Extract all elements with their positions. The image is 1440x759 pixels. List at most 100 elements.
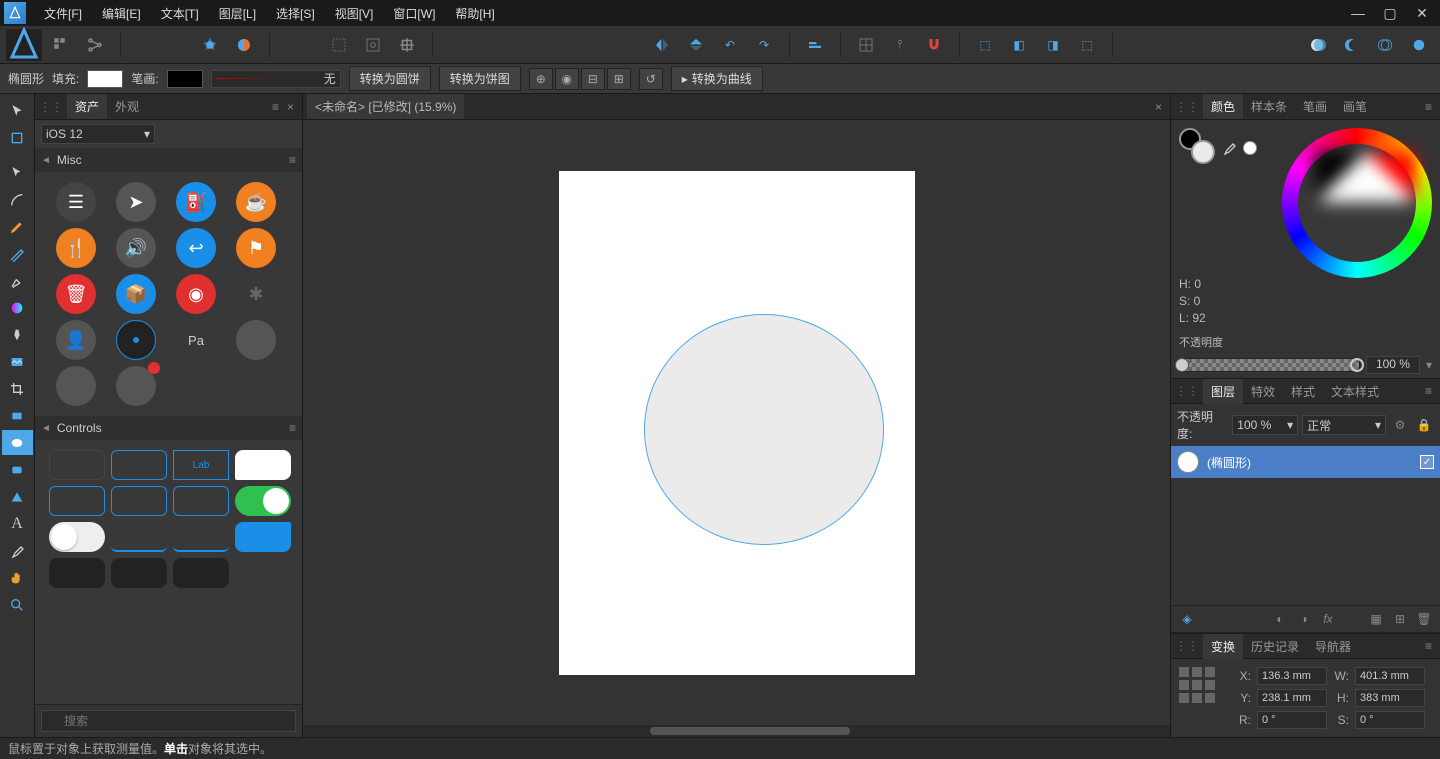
add-pixel-layer-icon[interactable]: ▦ (1366, 610, 1386, 628)
color-wheel[interactable] (1282, 128, 1432, 278)
x-input[interactable]: 136.3 mm (1257, 667, 1327, 685)
transform-panel-grip[interactable]: ⋮⋮ (1175, 639, 1199, 653)
magnet-button[interactable] (919, 30, 949, 60)
menu-file[interactable]: 文件[F] (34, 1, 92, 26)
asset-arrow-icon[interactable]: ➤ (116, 182, 156, 222)
eyedropper-icon[interactable] (1221, 140, 1237, 156)
transform-mode-button[interactable]: ⊞ (607, 68, 631, 90)
layer-group-icon[interactable]: ◈ (1177, 610, 1197, 628)
brush-tool[interactable] (2, 268, 33, 293)
hide-selection-button[interactable]: ⊟ (581, 68, 605, 90)
hand-tool[interactable] (2, 565, 33, 590)
s-input[interactable]: 0 ° (1355, 711, 1425, 729)
control-field-dark[interactable] (49, 450, 105, 480)
control-line-2[interactable] (173, 522, 229, 552)
clip-canvas-button[interactable] (392, 30, 422, 60)
opacity-slider[interactable] (1179, 358, 1360, 372)
tab-history[interactable]: 历史记录 (1243, 634, 1307, 659)
document-close-button[interactable]: × (1151, 100, 1166, 114)
tab-assets[interactable]: 资产 (67, 94, 107, 119)
y-input[interactable]: 238.1 mm (1257, 689, 1327, 707)
persona-export[interactable] (80, 30, 110, 60)
persona-designer[interactable] (6, 29, 42, 61)
asset-applepay-icon[interactable]: Pa (176, 320, 216, 360)
ellipse-shape[interactable] (644, 314, 884, 545)
artboard[interactable] (559, 171, 915, 675)
tab-transform[interactable]: 变换 (1203, 634, 1243, 659)
artboard-tool[interactable] (2, 125, 33, 150)
opacity-dropdown-icon[interactable]: ▾ (1426, 358, 1432, 372)
asset-reply-icon[interactable]: ↩ (176, 228, 216, 268)
asset-coffee-icon[interactable]: ☕ (236, 182, 276, 222)
align-button[interactable] (800, 30, 830, 60)
tab-navigator[interactable]: 导航器 (1307, 634, 1359, 659)
asset-pack-select[interactable]: iOS 12▾ (41, 124, 155, 144)
convert-to-donut-button[interactable]: 转换为圆饼 (349, 66, 431, 91)
menu-help[interactable]: 帮助[H] (445, 1, 504, 26)
flip-horizontal-button[interactable] (647, 30, 677, 60)
triangle-tool[interactable] (2, 484, 33, 509)
color-panel-grip[interactable]: ⋮⋮ (1175, 100, 1199, 114)
transparency-tool[interactable] (2, 322, 33, 347)
add-layer-icon[interactable]: ⊞ (1390, 610, 1410, 628)
snap-pixel-button[interactable] (324, 30, 354, 60)
color-picker-tool[interactable] (2, 538, 33, 563)
fill-swatch[interactable] (87, 70, 123, 88)
menu-text[interactable]: 文本[T] (151, 1, 209, 26)
convert-to-pie-button[interactable]: 转换为饼图 (439, 66, 521, 91)
tab-text-styles[interactable]: 文本样式 (1323, 379, 1387, 404)
asset-avatar-icon[interactable]: 👤 (56, 320, 96, 360)
intersect-op-button[interactable] (1370, 30, 1400, 60)
document-tab[interactable]: <未命名> [已修改] (15.9%) (307, 94, 464, 119)
asset-radio-icon[interactable] (116, 320, 156, 360)
horizontal-scrollbar[interactable] (303, 725, 1170, 737)
crop-tool[interactable] (2, 376, 33, 401)
control-dark-1[interactable] (49, 558, 105, 588)
flip-vertical-button[interactable] (681, 30, 711, 60)
control-line-1[interactable] (111, 522, 167, 552)
asset-list-icon[interactable]: ☰ (56, 182, 96, 222)
asset-search-input[interactable] (41, 710, 296, 732)
show-rotation-button[interactable]: ◉ (555, 68, 579, 90)
canvas-viewport[interactable] (303, 120, 1170, 725)
asset-fuel-icon[interactable]: ⛽ (176, 182, 216, 222)
asset-iphone8-icon[interactable] (56, 366, 96, 406)
tab-appearance[interactable]: 外观 (107, 94, 147, 119)
view-mode-button[interactable] (358, 30, 388, 60)
control-field-outline[interactable] (111, 450, 167, 480)
control-chat-bubble[interactable] (235, 450, 291, 480)
lock-icon[interactable]: 🔒 (1414, 416, 1434, 434)
rounded-rect-tool[interactable] (2, 457, 33, 482)
revert-defaults-button[interactable] (229, 30, 259, 60)
layers-panel-grip[interactable]: ⋮⋮ (1175, 384, 1199, 398)
fx-layer-icon[interactable]: fx (1318, 610, 1338, 628)
maximize-button[interactable]: ▢ (1376, 3, 1404, 23)
control-field-2[interactable] (49, 486, 105, 516)
tab-layers[interactable]: 图层 (1203, 379, 1243, 404)
menu-select[interactable]: 选择[S] (266, 1, 325, 26)
control-dark-3[interactable] (173, 558, 229, 588)
panel-menu-button[interactable]: ≡ (268, 100, 283, 114)
tab-styles[interactable]: 样式 (1283, 379, 1323, 404)
menu-edit[interactable]: 编辑[E] (92, 1, 151, 26)
move-tool[interactable] (2, 98, 33, 123)
tab-brushes[interactable]: 画笔 (1335, 94, 1375, 119)
ellipse-tool[interactable] (2, 430, 33, 455)
sampled-color-swatch[interactable] (1243, 141, 1257, 155)
menu-view[interactable]: 视图[V] (325, 1, 384, 26)
zoom-tool[interactable] (2, 592, 33, 617)
stroke-width-input[interactable]: 无 (211, 70, 341, 88)
arrange-front-button[interactable]: ⬚ (970, 30, 1000, 60)
add-op-button[interactable] (1302, 30, 1332, 60)
layers-panel-menu[interactable]: ≡ (1421, 384, 1436, 398)
tab-color[interactable]: 颜色 (1203, 94, 1243, 119)
place-image-tool[interactable] (2, 349, 33, 374)
layer-settings-icon[interactable]: ⚙ (1390, 416, 1410, 434)
panel-grip[interactable]: ⋮⋮ (39, 100, 63, 114)
asset-archive-icon[interactable]: 📦 (116, 274, 156, 314)
adjustment-layer-icon[interactable]: ◑ (1294, 610, 1314, 628)
opacity-value-input[interactable]: 100 % (1366, 356, 1420, 374)
color-panel-menu[interactable]: ≡ (1421, 100, 1436, 114)
arrange-backward-button[interactable]: ◨ (1038, 30, 1068, 60)
h-input[interactable]: 383 mm (1355, 689, 1425, 707)
